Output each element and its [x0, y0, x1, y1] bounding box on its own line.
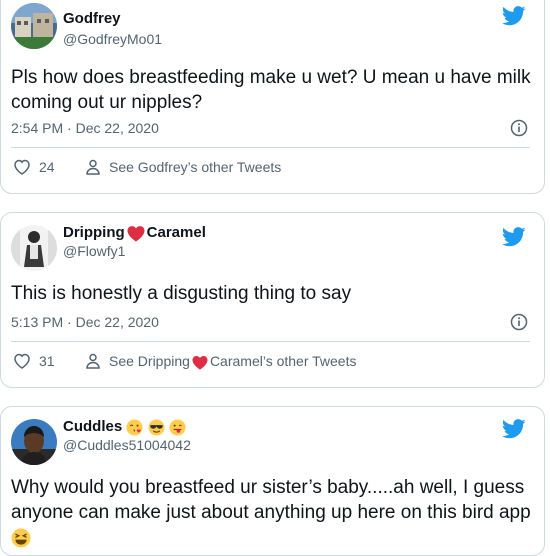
twitter-bird-icon[interactable] — [502, 419, 526, 439]
divider — [11, 341, 530, 342]
tweet-timestamp[interactable]: 5:13 PM · Dec 22, 2020 — [11, 314, 159, 330]
author-name[interactable]: Godfrey — [63, 10, 121, 27]
see-other-tweets-link[interactable]: See Godfrey’s other Tweets — [85, 159, 281, 175]
see-other-label: See Dripping Caramel’s other Tweets — [109, 353, 357, 370]
like-count: 31 — [39, 353, 55, 369]
tweet-card-godfrey[interactable]: Godfrey @GodfreyMo01 Pls how does breast… — [0, 0, 545, 194]
tweet-text: Why would you breastfeed ur sister’s bab… — [11, 475, 534, 550]
see-other-tweets-link[interactable]: See Dripping Caramel’s other Tweets — [85, 353, 357, 370]
twitter-bird-icon[interactable] — [502, 227, 526, 247]
like-button[interactable]: 31 — [13, 353, 55, 369]
avatar-cuddles[interactable] — [11, 419, 57, 465]
tweet-text: Pls how does breastfeeding make u wet? U… — [11, 67, 531, 113]
person-icon — [86, 354, 100, 370]
heart-outline-icon — [14, 353, 30, 369]
tweet-actions: 31 See Dripping Caramel’s other Tweets — [11, 353, 534, 375]
author-name[interactable]: Dripping Caramel — [63, 224, 206, 242]
tweet-card-dripping-caramel[interactable]: Dripping Caramel @Flowfy1 This is honestl… — [0, 212, 545, 388]
red-heart-icon — [127, 225, 145, 241]
like-count: 24 — [39, 159, 55, 175]
winking-face-with-tongue-emoji-icon — [169, 419, 186, 436]
face-blowing-kiss-emoji-icon — [126, 419, 143, 436]
person-icon — [86, 159, 100, 175]
avatar-dripping-caramel[interactable] — [11, 225, 57, 271]
tweet-card-cuddles[interactable]: Cuddles @Cuddles51004042 Why would you b… — [0, 406, 545, 556]
divider — [11, 147, 530, 148]
see-other-label: See Godfrey’s other Tweets — [109, 159, 282, 175]
author-handle[interactable]: @Flowfy1 — [63, 243, 125, 259]
author-handle[interactable]: @GodfreyMo01 — [63, 31, 162, 47]
heart-outline-icon — [14, 159, 30, 175]
red-heart-icon — [192, 355, 208, 370]
author-handle[interactable]: @Cuddles51004042 — [63, 437, 191, 453]
tweet-timestamp[interactable]: 2:54 PM · Dec 22, 2020 — [11, 120, 159, 136]
smiling-face-with-sunglasses-emoji-icon — [148, 419, 165, 436]
tweet-actions: 24 See Godfrey’s other Tweets — [11, 159, 534, 181]
tweet-text: This is honestly a disgusting thing to s… — [11, 283, 352, 304]
avatar-godfrey[interactable] — [11, 3, 57, 49]
twitter-bird-icon[interactable] — [502, 6, 526, 26]
info-icon[interactable] — [510, 313, 528, 331]
info-icon[interactable] — [510, 119, 528, 137]
author-name[interactable]: Cuddles — [63, 418, 186, 436]
like-button[interactable]: 24 — [13, 159, 55, 175]
grinning-squinting-face-emoji-icon — [11, 528, 31, 548]
